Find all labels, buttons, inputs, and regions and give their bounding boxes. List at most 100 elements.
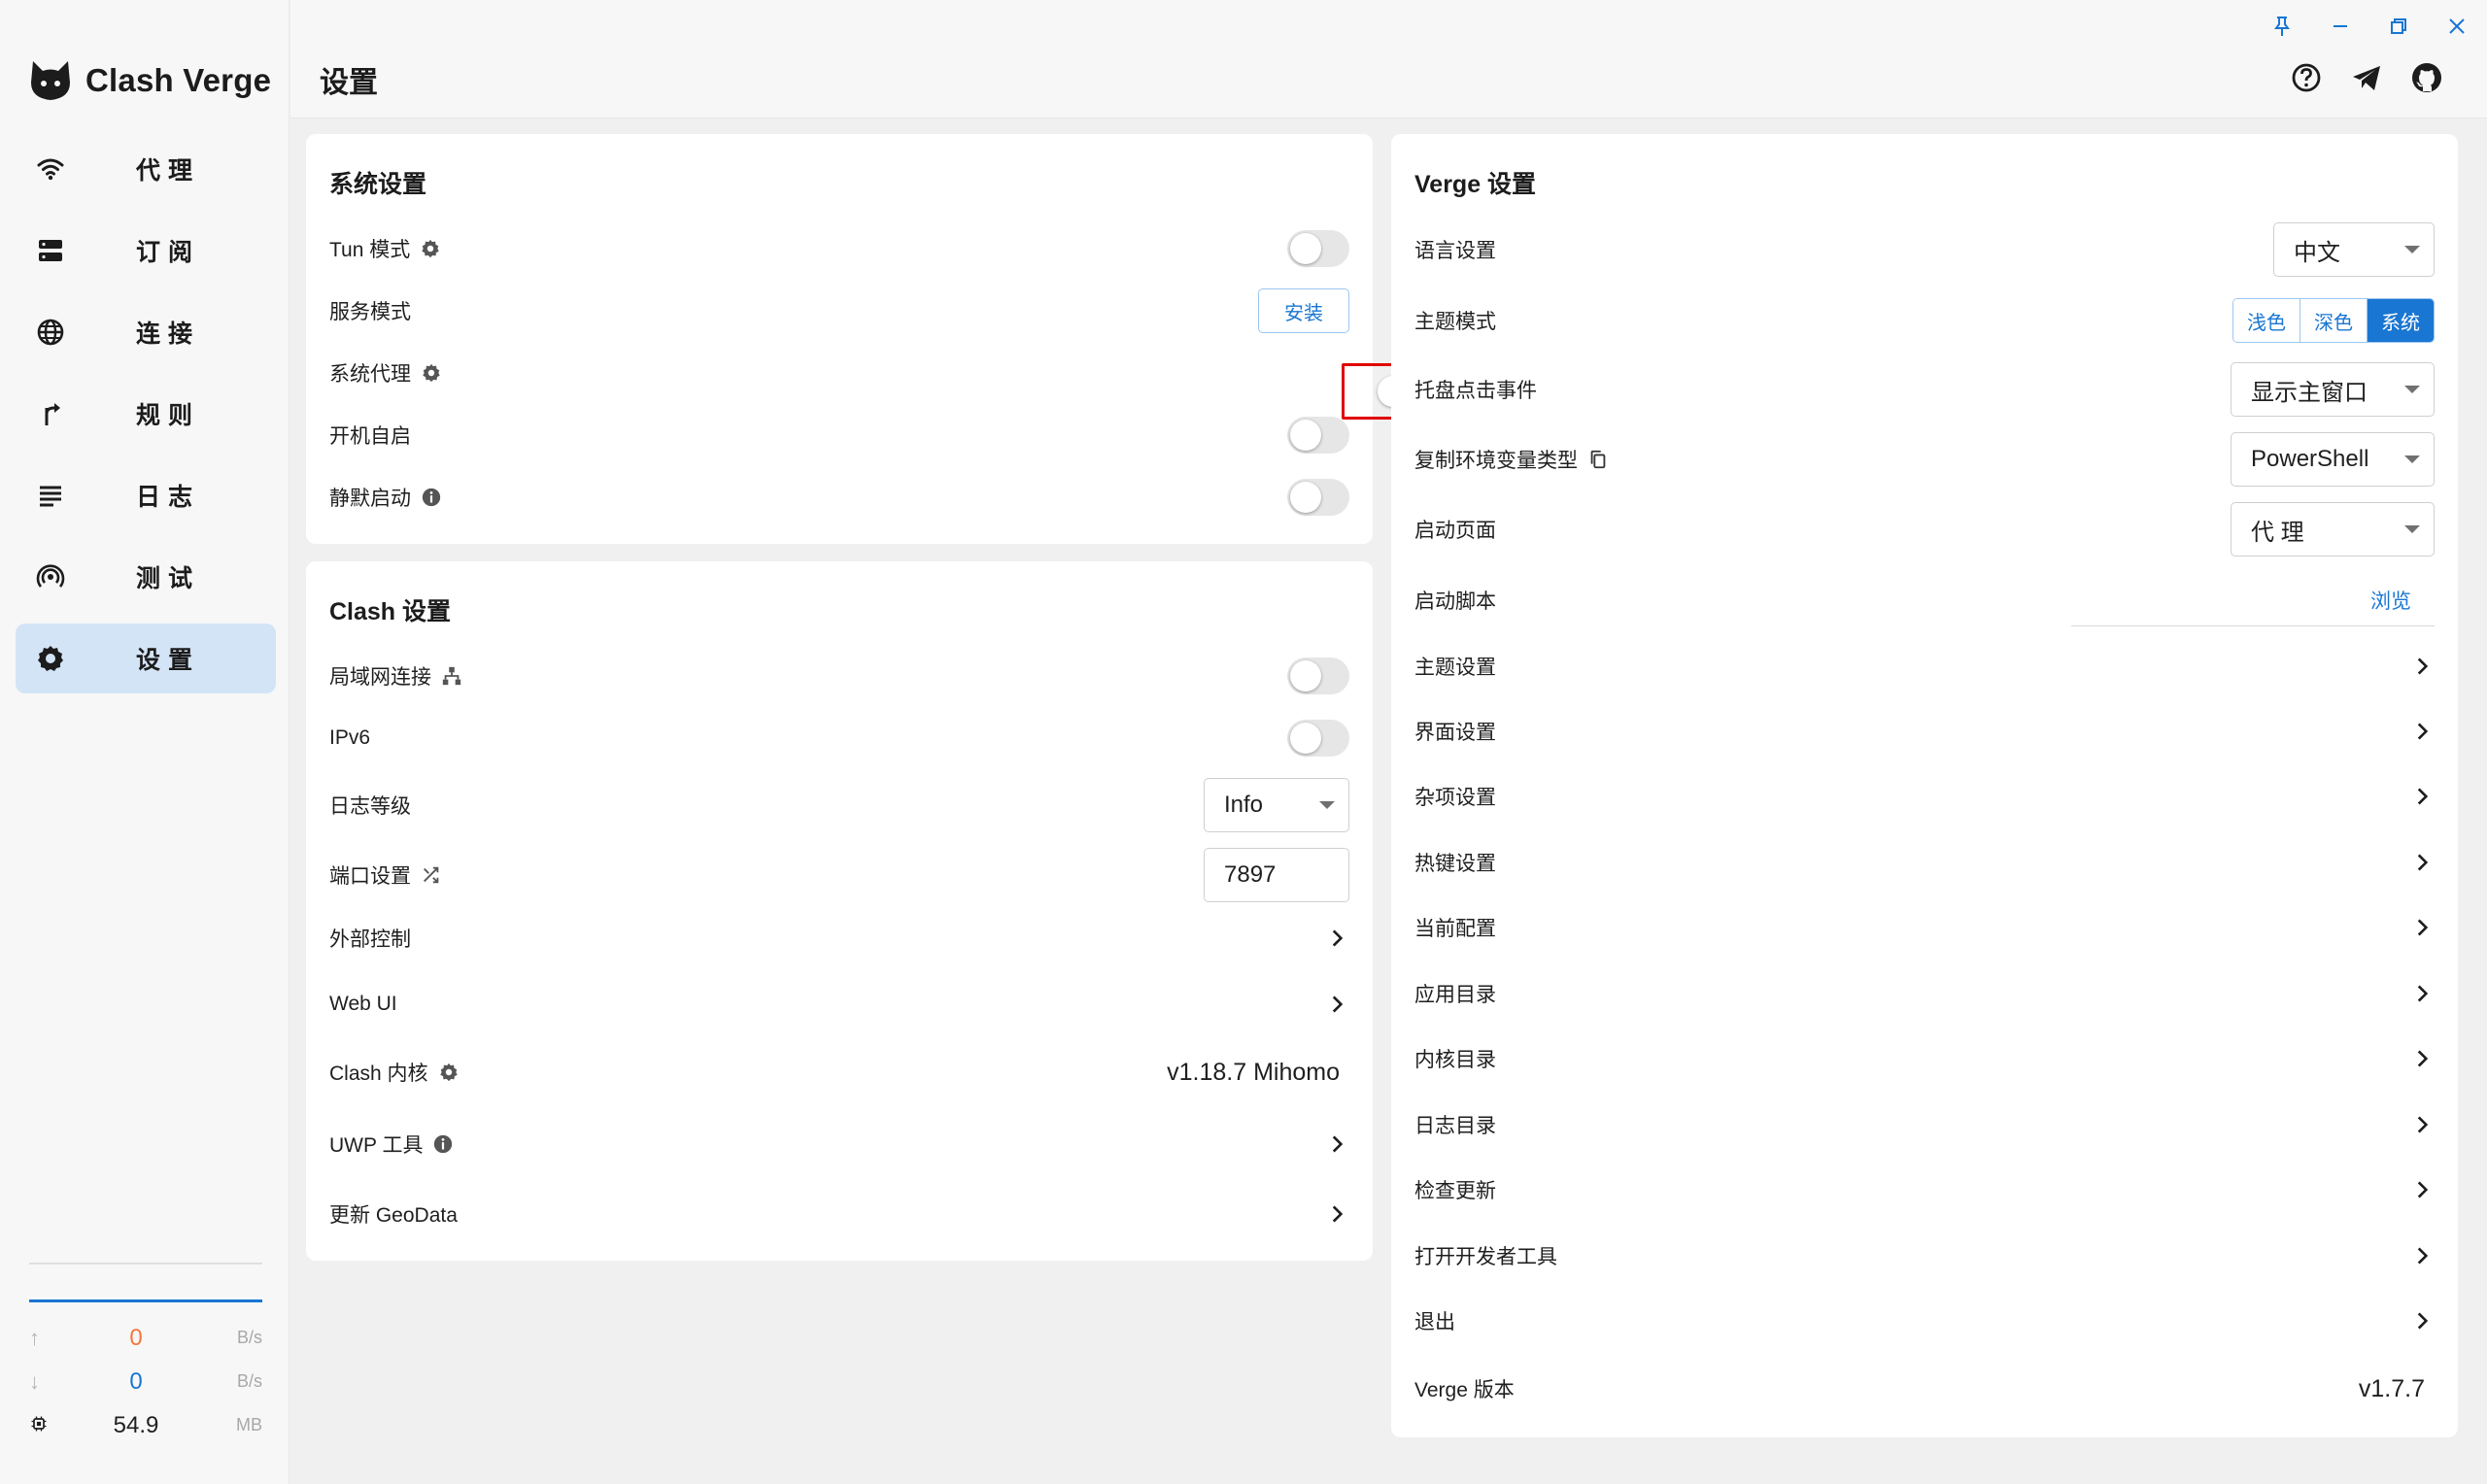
copy-icon[interactable] [1587, 449, 1609, 470]
gear-icon[interactable] [421, 362, 442, 384]
tun-mode-label: Tun 模式 [329, 234, 441, 263]
gear-icon[interactable] [420, 238, 441, 259]
card-title: Clash 设置 [329, 598, 452, 625]
lan-text: 局域网连接 [329, 666, 431, 689]
silent-start-switch[interactable] [1287, 479, 1349, 516]
log-level-value: Info [1224, 792, 1264, 818]
start-page-value: 代 理 [2251, 519, 2304, 546]
header: 设置 [290, 0, 2487, 118]
silent-start-label: 静默启动 [329, 483, 442, 512]
chevron-right-icon [2409, 1243, 2435, 1268]
chevron-right-icon [1324, 992, 1349, 1017]
ipv6-switch[interactable] [1287, 720, 1349, 757]
devtools-label: 打开开发者工具 [1414, 1246, 1557, 1268]
start-page-select[interactable]: 代 理 [2231, 502, 2435, 556]
sidebar-item-test[interactable]: 测试 [16, 542, 276, 612]
pin-icon[interactable] [2266, 12, 2299, 41]
restore-icon[interactable] [2382, 12, 2415, 41]
traffic-monitor: ↑ 0 B/s ↓ 0 B/s 54.9 MB [29, 1263, 262, 1447]
help-icon[interactable] [2289, 60, 2324, 95]
tun-mode-switch[interactable] [1287, 230, 1349, 267]
tray-click-label: 托盘点击事件 [1414, 380, 1537, 402]
web-ui-label: Web UI [329, 993, 397, 1015]
core-dir-row[interactable]: 内核目录 [1414, 1035, 2435, 1082]
sidebar-item-label: 连接 [136, 320, 201, 348]
clash-core-label: Clash 内核 [329, 1058, 460, 1087]
language-label: 语言设置 [1414, 240, 1496, 262]
devtools-row[interactable]: 打开开发者工具 [1414, 1232, 2435, 1279]
telegram-icon[interactable] [2349, 60, 2384, 95]
exit-label: 退出 [1414, 1311, 1455, 1333]
sidebar-item-logs[interactable]: 日志 [16, 460, 276, 530]
sidebar-item-label: 订阅 [136, 239, 201, 266]
geodata-row[interactable]: 更新 GeoData [329, 1191, 1349, 1237]
verge-version-value: v1.7.7 [2358, 1374, 2425, 1402]
lan-label: 局域网连接 [329, 661, 462, 691]
network-icon[interactable] [441, 665, 462, 687]
system-proxy-label: 系统代理 [329, 358, 442, 388]
ipv6-row: IPv6 [329, 715, 1349, 761]
language-value: 中文 [2294, 239, 2340, 266]
chevron-right-icon [2409, 981, 2435, 1006]
misc-settings-row[interactable]: 杂项设置 [1414, 773, 2435, 820]
download-value: 0 [129, 1367, 143, 1395]
fork-icon [35, 398, 66, 429]
log-dir-row[interactable]: 日志目录 [1414, 1101, 2435, 1148]
copy-env-select[interactable]: PowerShell [2231, 432, 2435, 487]
theme-system-option[interactable]: 系统 [2368, 299, 2434, 342]
ui-settings-row[interactable]: 界面设置 [1414, 708, 2435, 755]
lan-row: 局域网连接 [329, 653, 1349, 699]
app-dir-row[interactable]: 应用目录 [1414, 970, 2435, 1017]
sidebar-item-label: 规则 [136, 402, 201, 429]
check-update-row[interactable]: 检查更新 [1414, 1166, 2435, 1213]
log-level-select[interactable]: Info [1204, 778, 1349, 832]
sidebar-item-proxy[interactable]: 代理 [16, 134, 276, 204]
gear-icon[interactable] [438, 1062, 460, 1083]
script-path-underline [2071, 625, 2435, 626]
info-icon[interactable] [432, 1133, 454, 1155]
shuffle-icon[interactable] [421, 864, 442, 886]
core-dir-label: 内核目录 [1414, 1049, 1496, 1071]
chevron-right-icon [2409, 1112, 2435, 1137]
sidebar-item-settings[interactable]: 设置 [16, 624, 276, 693]
auto-launch-switch[interactable] [1287, 417, 1349, 454]
github-icon[interactable] [2409, 60, 2444, 95]
external-control-label: 外部控制 [329, 928, 411, 951]
uwp-text: UWP 工具 [329, 1134, 424, 1157]
chevron-right-icon [2409, 784, 2435, 809]
sidebar-item-label: 测试 [136, 565, 201, 592]
port-text: 端口设置 [329, 865, 411, 888]
browse-button[interactable]: 浏览 [2370, 586, 2435, 615]
service-mode-row: 服务模式 安装 [329, 287, 1349, 334]
external-control-row[interactable]: 外部控制 [329, 915, 1349, 961]
language-select[interactable]: 中文 [2273, 222, 2435, 277]
check-update-label: 检查更新 [1414, 1180, 1496, 1202]
theme-settings-row[interactable]: 主题设置 [1414, 643, 2435, 690]
hotkey-settings-row[interactable]: 热键设置 [1414, 839, 2435, 886]
memory-usage: 54.9 MB [29, 1403, 262, 1447]
port-input[interactable]: 7897 [1204, 848, 1349, 902]
upload-speed: ↑ 0 B/s [29, 1316, 262, 1360]
tray-click-select[interactable]: 显示主窗口 [2231, 362, 2435, 417]
exit-row[interactable]: 退出 [1414, 1298, 2435, 1344]
web-ui-row[interactable]: Web UI [329, 981, 1349, 1028]
language-row: 语言设置 中文 [1414, 221, 2435, 278]
theme-light-option[interactable]: 浅色 [2233, 299, 2300, 342]
chevron-right-icon [1324, 1131, 1349, 1157]
close-icon[interactable] [2440, 12, 2473, 41]
silent-start-row: 静默启动 [329, 474, 1349, 521]
info-icon[interactable] [421, 487, 442, 508]
memory-value: 54.9 [113, 1411, 159, 1438]
uwp-row[interactable]: UWP 工具 [329, 1121, 1349, 1167]
sidebar-item-rules[interactable]: 规则 [16, 379, 276, 449]
lan-switch[interactable] [1287, 658, 1349, 694]
current-config-row[interactable]: 当前配置 [1414, 904, 2435, 951]
sidebar-item-subscriptions[interactable]: 订阅 [16, 216, 276, 286]
auto-launch-row: 开机自启 [329, 412, 1349, 458]
install-service-button[interactable]: 安装 [1258, 288, 1349, 333]
service-mode-label: 服务模式 [329, 301, 411, 323]
minimize-icon[interactable] [2324, 12, 2357, 41]
theme-dark-option[interactable]: 深色 [2300, 299, 2368, 342]
start-script-label: 启动脚本 [1414, 590, 1496, 613]
sidebar-item-connections[interactable]: 连接 [16, 297, 276, 367]
